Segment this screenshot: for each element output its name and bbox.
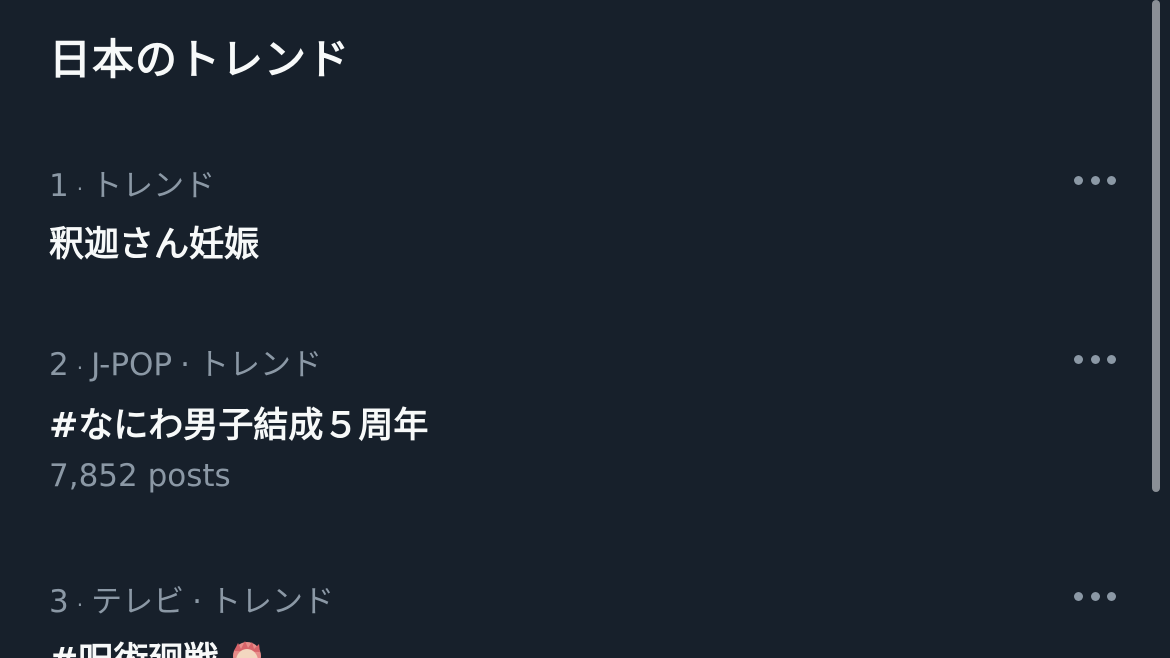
trend-category: テレビ	[91, 584, 185, 620]
trend-meta: 1 · トレンド	[49, 168, 216, 204]
trend-post-count: 7,852 posts	[49, 458, 231, 494]
trend-context: トレンド	[209, 584, 334, 620]
trend-meta: 3 · テレビ · トレンド	[49, 584, 334, 620]
more-options-icon[interactable]	[1074, 353, 1116, 365]
trend-meta: 2 · J-POP · トレンド	[49, 347, 322, 383]
trend-name[interactable]: 釈迦さん妊娠	[49, 216, 259, 267]
trend-context: トレンド	[91, 168, 216, 204]
trend-name[interactable]: #呪術廻戦	[49, 632, 266, 658]
more-options-icon[interactable]	[1074, 174, 1116, 186]
trend-rank: 1	[49, 168, 69, 204]
section-title: 日本のトレンド	[49, 35, 351, 84]
trend-category: J-POP	[91, 347, 173, 383]
trends-panel: 日本のトレンド 1 · トレンド 釈迦さん妊娠 2 · J-POP · トレンド #なにわ男…	[0, 0, 1170, 658]
trend-rank: 2	[49, 347, 69, 383]
scrollbar[interactable]	[1152, 0, 1160, 492]
trend-rank: 3	[49, 584, 69, 620]
more-options-icon[interactable]	[1074, 590, 1116, 602]
trend-name-text: #呪術廻戦	[49, 641, 218, 658]
character-face-icon	[228, 639, 266, 658]
trend-context: トレンド	[197, 347, 322, 383]
trend-name[interactable]: #なにわ男子結成５周年	[49, 397, 428, 448]
